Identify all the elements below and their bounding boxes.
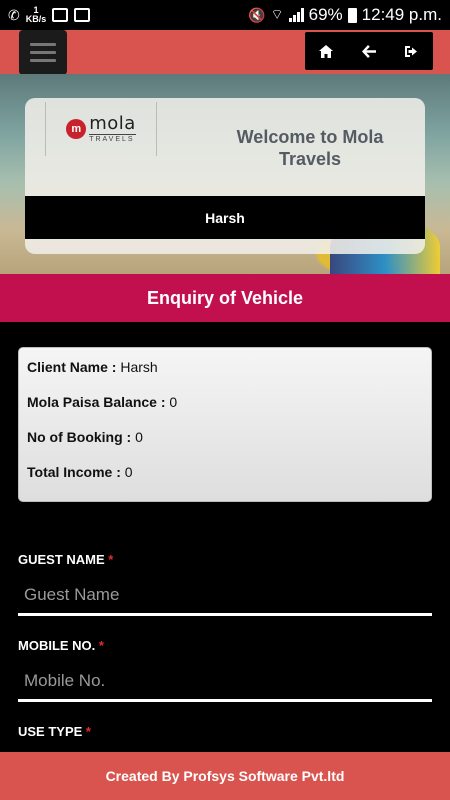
bookings-row: No of Booking : 0	[27, 428, 423, 463]
image-icon	[52, 8, 69, 22]
use-type-label: USE TYPE *	[18, 724, 432, 744]
mobile-label-text: MOBILE NO.	[18, 638, 96, 653]
logout-button[interactable]	[394, 36, 430, 66]
income-row: Total Income : 0	[27, 463, 423, 498]
status-right: 🔇 ⌔ 69% 12:49 p.m.	[248, 5, 442, 25]
clock: 12:49 p.m.	[361, 5, 442, 24]
welcome-text: Welcome to Mola Travels	[236, 127, 384, 169]
mobile-label: MOBILE NO. *	[18, 638, 432, 658]
mobile-input[interactable]	[18, 664, 432, 698]
guest-name-input[interactable]	[18, 578, 432, 612]
guest-name-label: GUEST NAME *	[18, 552, 432, 572]
hero-banner: m mola TRAVELS Welcome to Mola Travels H…	[0, 74, 450, 274]
footer: Created By Profsys Software Pvt.ltd	[0, 752, 450, 800]
menu-icon-line	[30, 51, 56, 54]
status-left: ✆ 1 KB/s	[8, 6, 91, 24]
income-label: Total Income :	[27, 464, 121, 480]
menu-icon-line	[30, 59, 56, 62]
speed-unit: KB/s	[25, 14, 47, 24]
phone-icon: ✆	[8, 6, 20, 23]
gallery-icon	[74, 8, 91, 22]
page-title: Enquiry of Vehicle	[0, 274, 450, 322]
mola-logo: m mola TRAVELS	[45, 102, 157, 156]
header-actions	[305, 32, 433, 70]
client-info-box: Client Name : Harsh Mola Paisa Balance :…	[18, 347, 432, 502]
use-type-label-text: USE TYPE	[18, 724, 83, 739]
guest-name-field	[18, 572, 432, 616]
back-arrow-icon	[361, 44, 376, 58]
battery-icon	[347, 7, 357, 23]
mobile-field	[18, 658, 432, 702]
mola-paisa-value: 0	[169, 394, 178, 410]
menu-icon-line	[30, 43, 56, 46]
bookings-label: No of Booking :	[27, 429, 132, 445]
status-bar: ✆ 1 KB/s 🔇 ⌔ 69% 12:49 p.m.	[0, 0, 450, 30]
income-value: 0	[124, 464, 133, 480]
home-button[interactable]	[308, 36, 344, 66]
mola-paisa-label: Mola Paisa Balance :	[27, 394, 166, 410]
welcome-card: m mola TRAVELS Welcome to Mola Travels H…	[25, 98, 425, 254]
battery-percent: 69%	[308, 5, 343, 24]
user-name-bar: Harsh	[25, 196, 425, 239]
client-name-value: Harsh	[120, 359, 158, 375]
enquiry-form: GUEST NAME * MOBILE NO. * USE TYPE *	[18, 552, 432, 744]
signal-icon	[288, 8, 304, 22]
mola-paisa-row: Mola Paisa Balance : 0	[27, 393, 423, 428]
bookings-value: 0	[135, 429, 143, 445]
wifi-icon: ⌔	[270, 6, 284, 22]
mute-icon: 🔇	[248, 6, 266, 23]
required-mark: *	[85, 724, 91, 739]
required-mark: *	[98, 638, 104, 653]
client-name-row: Client Name : Harsh	[27, 358, 423, 393]
logo-sub-text: TRAVELS	[89, 134, 136, 143]
menu-button[interactable]	[19, 30, 67, 75]
mola-logo-icon: m	[66, 119, 87, 139]
back-button[interactable]	[351, 36, 387, 66]
logo-main-text: mola	[89, 113, 136, 134]
logo-text: mola TRAVELS	[89, 115, 136, 143]
logout-icon	[404, 45, 417, 57]
client-name-label: Client Name :	[27, 359, 117, 375]
required-mark: *	[108, 552, 114, 567]
home-icon	[319, 44, 334, 58]
guest-name-label-text: GUEST NAME	[18, 552, 105, 567]
network-speed: 1 KB/s	[26, 6, 47, 24]
